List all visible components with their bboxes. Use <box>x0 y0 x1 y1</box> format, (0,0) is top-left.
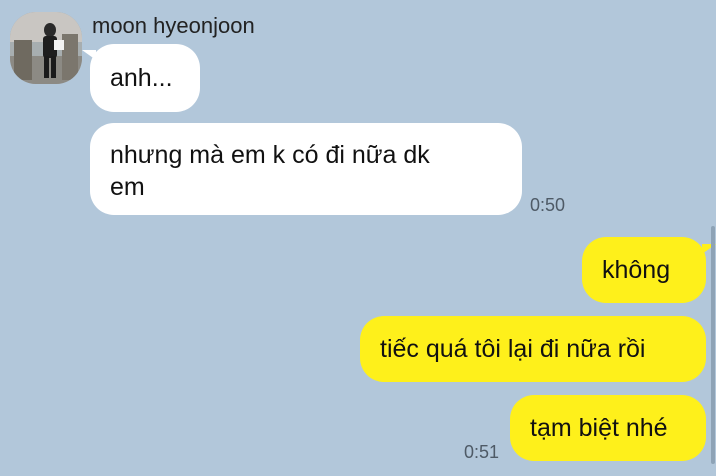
incoming-message-bubble[interactable]: nhưng mà em k có đi nữa dk em <box>90 123 522 215</box>
message-timestamp: 0:50 <box>530 195 566 215</box>
message-text: anh... <box>110 64 173 92</box>
avatar[interactable] <box>10 12 82 84</box>
message-text: tạm biệt nhé <box>530 414 668 442</box>
message-text: tiếc quá tôi lại đi nữa rồi <box>380 335 646 363</box>
message-text: không <box>602 256 671 284</box>
sender-name: moon hyeonjoon <box>92 13 255 38</box>
avatar-photo <box>10 12 82 84</box>
outgoing-message-bubble[interactable]: tiếc quá tôi lại đi nữa rồi <box>360 316 706 382</box>
message-timestamp: 0:51 <box>464 442 500 462</box>
incoming-message-bubble[interactable]: anh... <box>90 44 200 112</box>
chat-view: moon hyeonjoon anh... nhưng mà em k có đ… <box>0 0 716 476</box>
outgoing-message-bubble[interactable]: tạm biệt nhé <box>510 395 706 461</box>
scrollbar[interactable] <box>711 226 715 464</box>
outgoing-message-bubble[interactable]: không <box>582 237 706 303</box>
message-text: nhưng mà em k có đi nữa dk em <box>110 141 430 201</box>
